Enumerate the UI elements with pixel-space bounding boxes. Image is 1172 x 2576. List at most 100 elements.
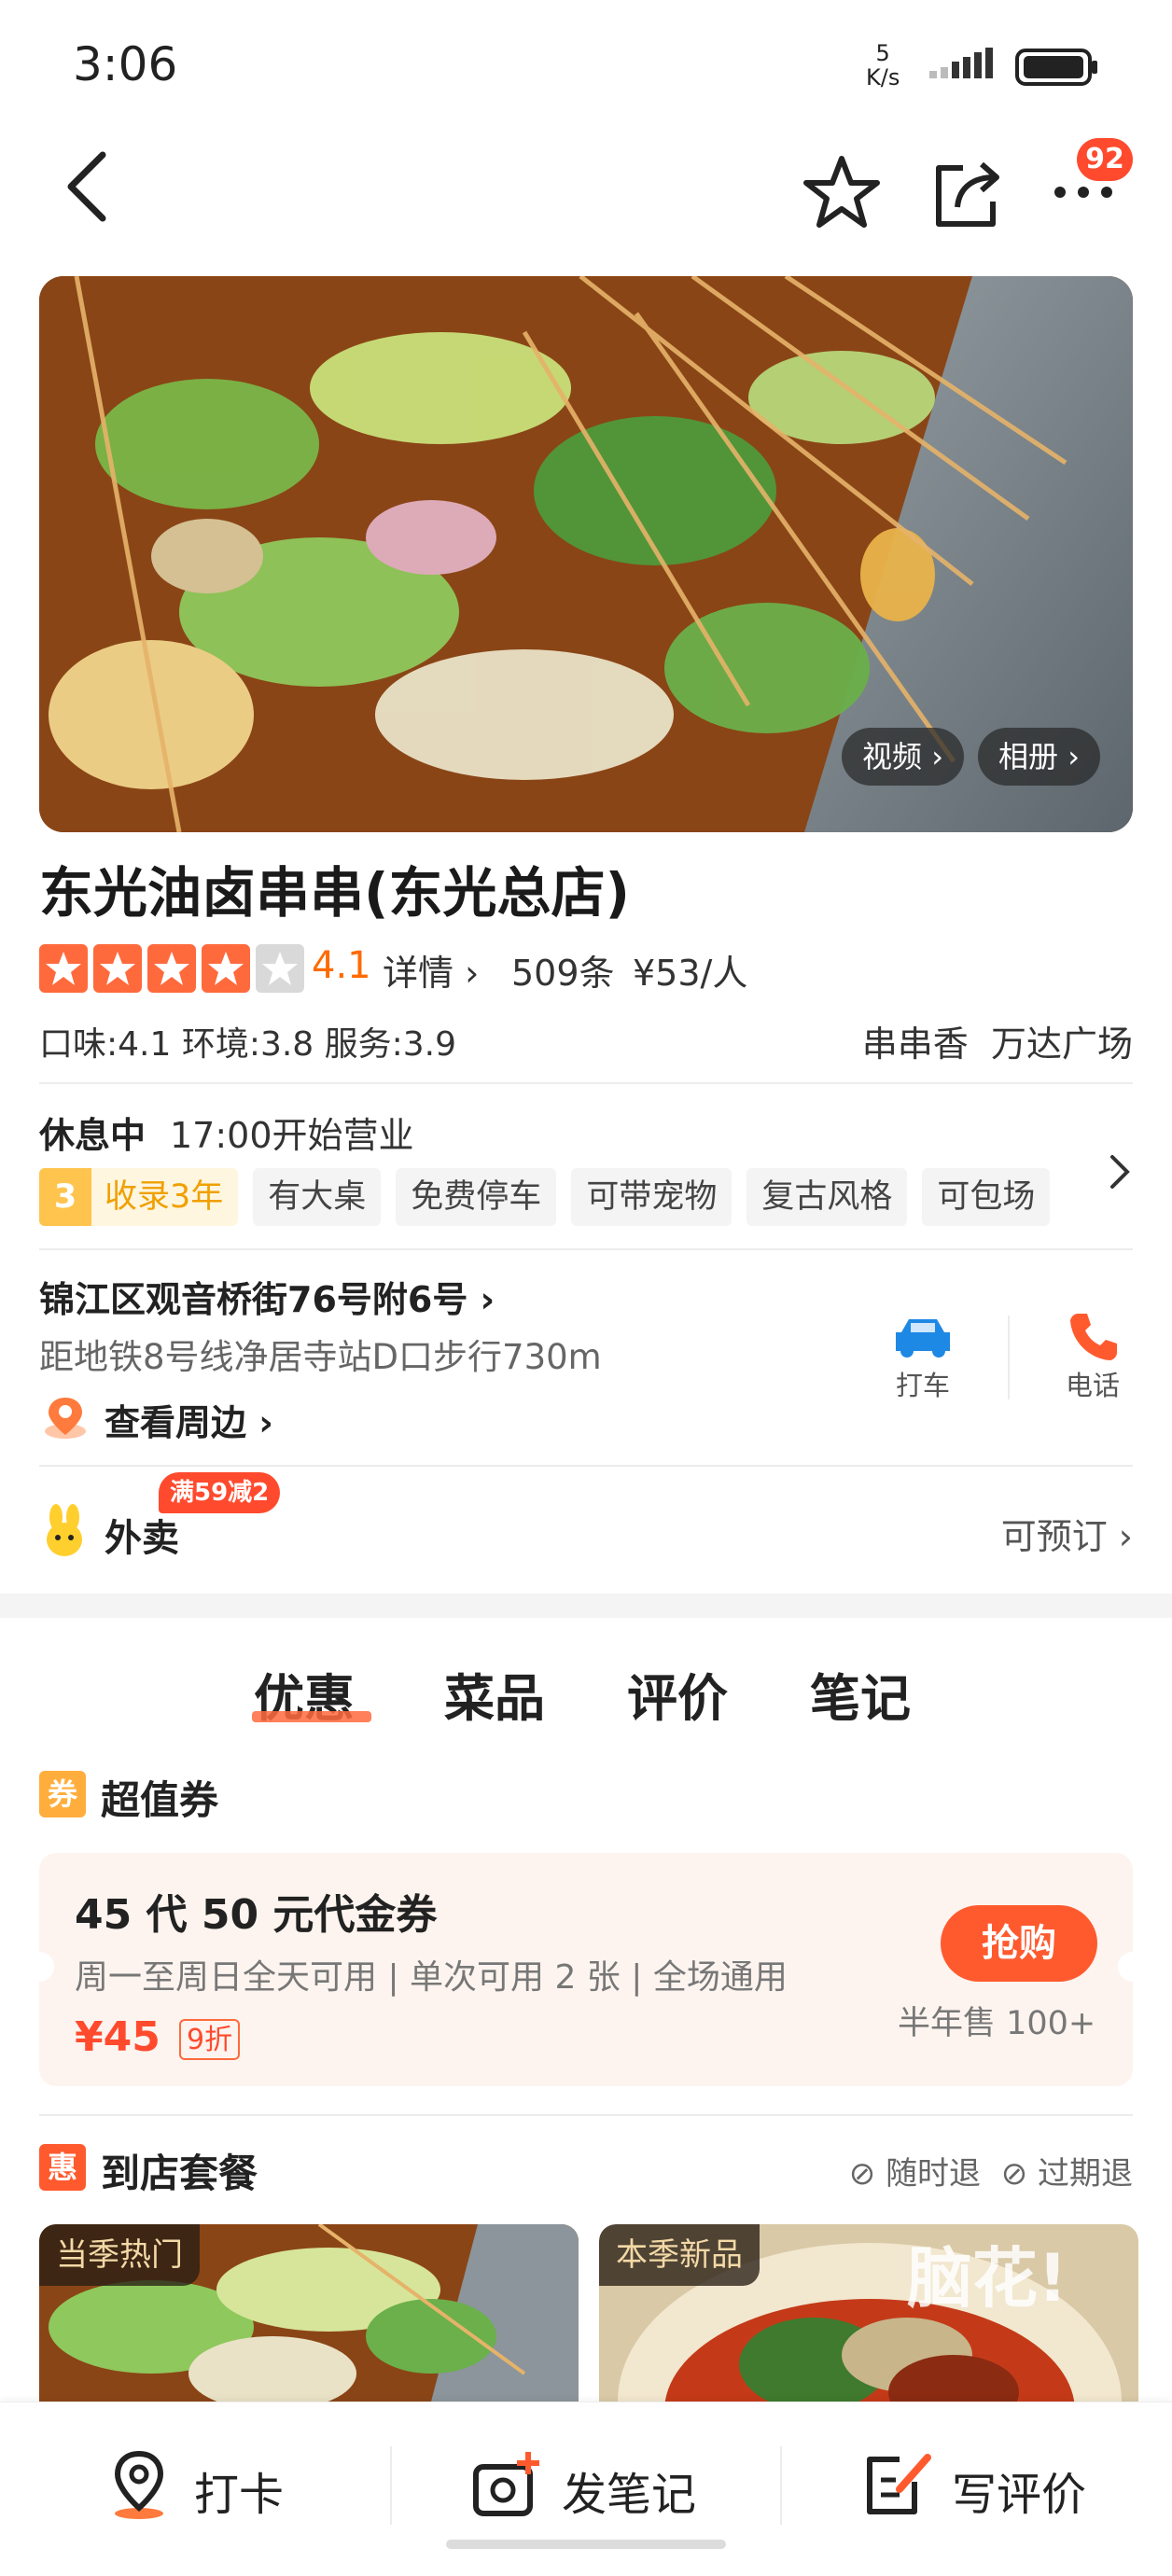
post-note-button[interactable]: 发笔记: [562, 2458, 696, 2523]
divider: [780, 2446, 782, 2525]
star-icon: [202, 944, 250, 993]
star-icon: [93, 944, 142, 993]
tab-notes[interactable]: 笔记: [810, 1657, 911, 1731]
more-icon[interactable]: [1053, 183, 1114, 202]
feature-tags[interactable]: 3 收录3年 有大桌 免费停车 可带宠物 复古风格 可包场: [39, 1168, 1065, 1226]
active-tab-indicator: [252, 1711, 371, 1722]
album-button[interactable]: 相册 ›: [978, 728, 1100, 786]
coupon-section-title: 超值券: [101, 1777, 219, 1823]
checkin-pin-icon: [114, 2450, 164, 2519]
delivery-mascot-icon: [47, 1504, 82, 1556]
refund-anytime: 随时退: [886, 2155, 982, 2193]
coupon-section-icon: 券: [39, 1771, 86, 1817]
delivery-link[interactable]: 外卖: [105, 1508, 179, 1562]
package-tag: 当季热门: [39, 2224, 200, 2286]
coupon-price: ¥45: [75, 2013, 160, 2061]
divider: [39, 1082, 1133, 1084]
write-review-icon: [867, 2454, 931, 2514]
delivery-promo-badge: 满59减2: [159, 1472, 281, 1513]
years-number: 3: [39, 1168, 91, 1226]
star-icon: [147, 944, 196, 993]
package-overlay-text: 脑花!: [907, 2240, 1067, 2317]
network-speed: 5 K/s: [866, 41, 900, 90]
tab-dishes[interactable]: 菜品: [444, 1657, 545, 1731]
divider: [39, 1248, 1133, 1250]
chevron-right-icon[interactable]: [1107, 1151, 1133, 1192]
rating-score: 4.1: [312, 944, 371, 987]
post-note-camera-icon: [473, 2452, 539, 2516]
sold-count: 半年售 100+: [898, 2005, 1096, 2042]
detail-label: 详情: [383, 953, 454, 994]
star-rating: [39, 944, 310, 993]
share-icon[interactable]: [931, 157, 1006, 230]
hero-photo[interactable]: 视频 › 相册 ›: [39, 276, 1133, 832]
check-circle-icon: ⊘: [848, 2155, 876, 2193]
phone-label: 电话: [1065, 1370, 1120, 1401]
metro-distance: 距地铁8号线净居寺站D口步行730m: [39, 1337, 602, 1377]
network-speed-unit: K/s: [866, 64, 900, 91]
refund-policy: ⊘ 随时退 ⊘ 过期退: [849, 2148, 1133, 2193]
reservable-label: 可预订: [1000, 1516, 1108, 1557]
network-speed-value: 5: [875, 40, 890, 66]
taxi-button[interactable]: 打车: [881, 1312, 965, 1403]
years-listed-tag: 3 收录3年: [39, 1168, 239, 1226]
food-photo: [39, 276, 1133, 832]
coupon-notch: [1118, 1952, 1148, 1982]
nearby-location-icon: [45, 1398, 86, 1439]
reservable-link[interactable]: 可预订 ›: [1001, 1508, 1133, 1559]
package-section-icon: 惠: [39, 2144, 86, 2191]
back-icon[interactable]: [60, 149, 116, 224]
view-nearby-link[interactable]: 查看周边 ›: [105, 1394, 273, 1445]
star-icon: [39, 944, 88, 993]
checkin-button[interactable]: 打卡: [194, 2458, 284, 2523]
home-indicator[interactable]: [446, 2540, 726, 2549]
battery-icon: [1015, 49, 1097, 86]
taxi-car-icon: [896, 1319, 950, 1358]
review-count[interactable]: 509条: [511, 944, 615, 996]
signal-icon: [929, 48, 993, 78]
favorite-star-icon[interactable]: [802, 155, 881, 230]
years-label: 收录3年: [105, 1178, 224, 1216]
divider: [1008, 1316, 1010, 1399]
section-separator: [0, 1594, 1172, 1618]
feature-tag: 免费停车: [396, 1168, 557, 1226]
business-status: 休息中: [39, 1115, 146, 1156]
phone-button[interactable]: 电话: [1051, 1308, 1135, 1403]
shop-name: 东光油卤串串(东光总店): [39, 861, 631, 925]
category-label: 串串香: [861, 1023, 969, 1065]
video-button[interactable]: 视频 ›: [842, 728, 964, 786]
rating-detail-link[interactable]: 详情 ›: [383, 944, 479, 996]
package-tag: 本季新品: [599, 2224, 760, 2286]
star-empty-icon: [256, 944, 304, 993]
divider: [39, 1465, 1133, 1467]
refund-expired: 过期退: [1038, 2155, 1133, 2193]
buy-button[interactable]: 抢购: [941, 1905, 1097, 1982]
open-time: 17:00开始营业: [170, 1115, 414, 1156]
nearby-label: 查看周边: [105, 1402, 247, 1443]
feature-tag: 可带宠物: [571, 1168, 732, 1226]
divider: [390, 2446, 392, 2525]
taxi-label: 打车: [895, 1370, 950, 1401]
package-card[interactable]: 脑花! 本季新品: [599, 2224, 1138, 2402]
address-text: 锦江区观音桥街76号附6号: [39, 1279, 468, 1320]
sub-scores: 口味:4.1 环境:3.8 服务:3.9: [39, 1025, 457, 1064]
write-review-button[interactable]: 写评价: [952, 2458, 1086, 2523]
coupon-name: 45 代 50 元代金券: [75, 1891, 438, 1939]
package-card[interactable]: 当季热门: [39, 2224, 579, 2402]
district-label: 万达广场: [990, 1023, 1133, 1065]
address-link[interactable]: 锦江区观音桥街76号附6号 ›: [39, 1271, 495, 1322]
album-label: 相册: [998, 739, 1059, 774]
package-section-title: 到店套餐: [101, 2151, 258, 2196]
check-circle-icon: ⊘: [1000, 2155, 1028, 2193]
coupon-notch: [24, 1952, 54, 1982]
notification-badge: 92: [1077, 138, 1133, 181]
feature-tag: 复古风格: [746, 1168, 908, 1226]
divider: [39, 2114, 1133, 2116]
status-time: 3:06: [73, 37, 178, 91]
coupon-description: 周一至周日全天可用 | 单次可用 2 张 | 全场通用: [75, 1958, 788, 1997]
per-person-price: ¥53/人: [633, 953, 748, 994]
category-tags[interactable]: 串串香 万达广场: [862, 1015, 1133, 1066]
phone-icon: [1070, 1314, 1117, 1360]
tab-reviews[interactable]: 评价: [627, 1657, 728, 1731]
video-label: 视频: [862, 739, 923, 774]
